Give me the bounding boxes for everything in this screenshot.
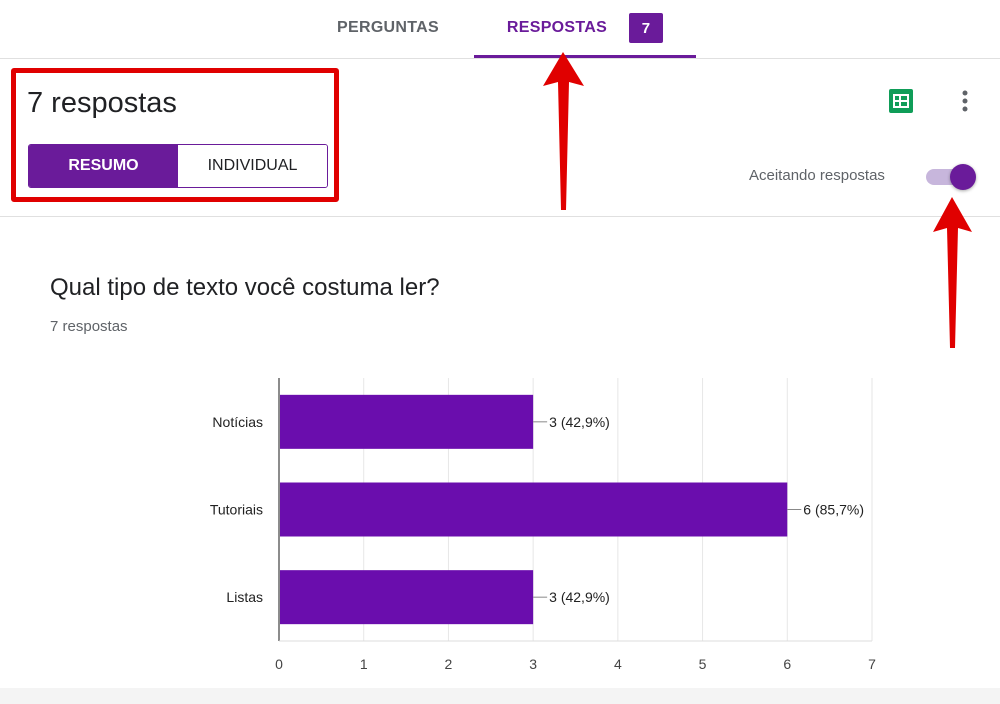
bar xyxy=(280,482,788,537)
annotation-highlight-box xyxy=(11,68,339,202)
page-bottom-shade xyxy=(0,688,1000,704)
category-label: Tutoriais xyxy=(210,502,263,518)
data-label: 6 (85,7%) xyxy=(803,502,864,518)
tab-perguntas-label: PERGUNTAS xyxy=(337,19,439,36)
tab-perguntas[interactable]: PERGUNTAS xyxy=(322,0,454,56)
x-tick-label: 6 xyxy=(783,656,791,672)
x-tick-label: 7 xyxy=(868,656,876,672)
x-tick-label: 5 xyxy=(699,656,707,672)
toggle-thumb xyxy=(950,164,976,190)
more-vert-icon[interactable] xyxy=(955,89,975,113)
question-title: Qual tipo de texto você costuma ler? xyxy=(50,274,440,301)
category-label: Listas xyxy=(226,589,263,605)
data-label: 3 (42,9%) xyxy=(549,589,610,605)
x-tick-label: 1 xyxy=(360,656,368,672)
accepting-responses-toggle[interactable] xyxy=(926,164,976,190)
x-tick-label: 2 xyxy=(445,656,453,672)
active-tab-indicator xyxy=(474,55,696,58)
question-response-count: 7 respostas xyxy=(50,318,128,335)
tab-respostas[interactable]: RESPOSTAS 7 xyxy=(474,0,696,58)
x-tick-label: 4 xyxy=(614,656,622,672)
responses-count-badge: 7 xyxy=(629,13,664,43)
tab-respostas-label: RESPOSTAS xyxy=(506,19,608,36)
google-sheets-icon[interactable] xyxy=(889,89,913,113)
x-tick-label: 3 xyxy=(529,656,537,672)
annotation-arrow-up-toggle xyxy=(933,197,972,348)
bar xyxy=(280,394,534,449)
category-label: Notícias xyxy=(212,414,263,430)
bar xyxy=(280,570,534,625)
tab-bar: PERGUNTAS RESPOSTAS 7 xyxy=(0,0,1000,59)
x-tick-label: 0 xyxy=(275,656,283,672)
responses-bar-chart: 0 1 2 3 4 5 6 7 Notícias 3 (42,9%) Tutoriais 6 (85,… xyxy=(210,378,876,672)
data-label: 3 (42,9%) xyxy=(549,414,610,430)
accepting-responses-label: Aceitando respostas xyxy=(749,167,885,184)
